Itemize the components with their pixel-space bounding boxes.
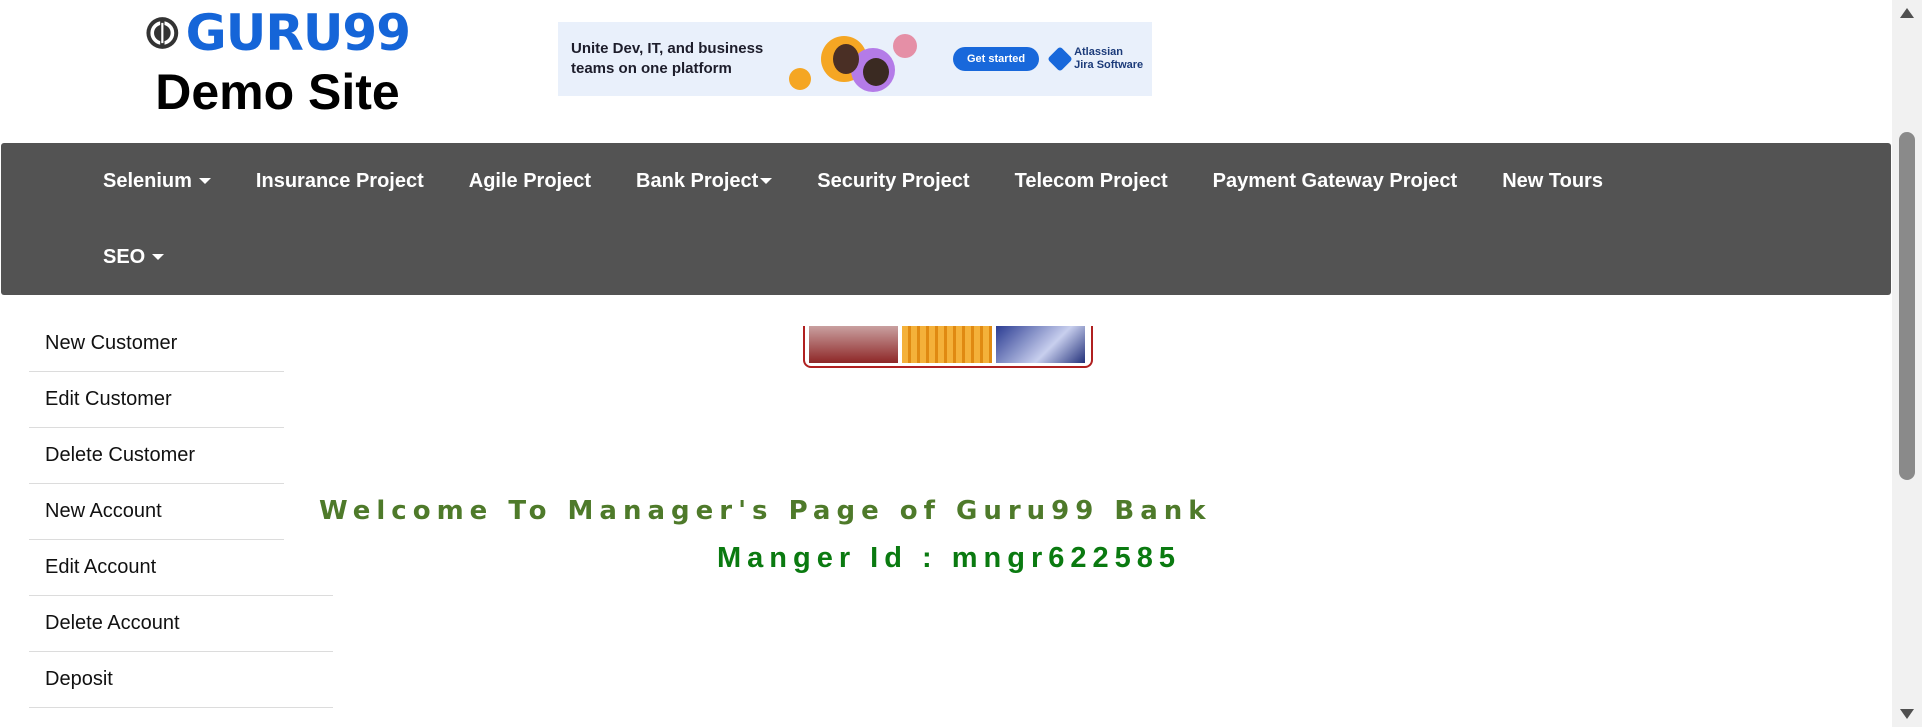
nav-item-security-project[interactable]: Security Project: [817, 170, 969, 193]
sidebar-item-edit-customer[interactable]: Edit Customer: [29, 372, 284, 428]
scroll-up-arrow-icon[interactable]: [1900, 8, 1914, 18]
sidebar-item-deposit[interactable]: Deposit: [29, 652, 333, 708]
ad-text: Unite Dev, IT, and business teams on one…: [571, 40, 764, 77]
site-logo[interactable]: GURU99 Demo Site: [145, 4, 411, 122]
navbar-row-2: SEO: [103, 219, 209, 295]
ad-banner[interactable]: Unite Dev, IT, and business teams on one…: [558, 22, 1152, 96]
page-scrollbar[interactable]: [1892, 0, 1922, 727]
ad-get-started-button[interactable]: Get started: [953, 47, 1040, 71]
sidebar-item-new-account[interactable]: New Account: [29, 484, 284, 540]
ad-brand-line1: Atlassian: [1074, 46, 1123, 58]
sidebar-item-new-customer[interactable]: New Customer: [29, 316, 284, 372]
chevron-down-icon: [152, 254, 165, 260]
scroll-down-arrow-icon[interactable]: [1900, 709, 1914, 719]
scrollbar-thumb[interactable]: [1899, 132, 1915, 480]
nav-item-payment-gateway-project[interactable]: Payment Gateway Project: [1213, 170, 1458, 193]
bank-banner-image: [803, 326, 1093, 368]
ad-brand-line2: Jira Software: [1074, 59, 1144, 71]
chevron-down-icon: [760, 178, 773, 184]
ad-people-illustration: [781, 22, 931, 96]
welcome-heading: Welcome To Manager's Page of Guru99 Bank: [319, 496, 1212, 526]
nav-item-selenium[interactable]: Selenium: [103, 170, 211, 193]
nav-item-insurance-project[interactable]: Insurance Project: [256, 170, 424, 193]
nav-item-new-tours[interactable]: New Tours: [1502, 170, 1603, 193]
nav-item-agile-project[interactable]: Agile Project: [469, 170, 591, 193]
navbar-row-1: Selenium Insurance Project Agile Project…: [103, 143, 1648, 219]
sidebar-menu: New Customer Edit Customer Delete Custom…: [29, 316, 333, 708]
nav-item-telecom-project[interactable]: Telecom Project: [1015, 170, 1168, 193]
sidebar-item-edit-account[interactable]: Edit Account: [29, 540, 333, 596]
sidebar-item-delete-customer[interactable]: Delete Customer: [29, 428, 284, 484]
main-navbar: Selenium Insurance Project Agile Project…: [1, 143, 1891, 295]
ad-brand: Atlassian Jira Software: [1047, 46, 1144, 72]
chevron-down-icon: [198, 178, 211, 184]
nav-item-seo[interactable]: SEO: [103, 246, 165, 269]
logo-text: GURU99: [185, 4, 411, 62]
jira-logo-icon: [1047, 46, 1073, 72]
manager-id-text: Manger Id : mngr622585: [717, 542, 1181, 574]
nav-item-bank-project[interactable]: Bank Project: [636, 170, 773, 193]
guru99-logo-icon: [146, 17, 179, 49]
sidebar-item-delete-account[interactable]: Delete Account: [29, 596, 333, 652]
site-title: Demo Site: [155, 64, 400, 120]
